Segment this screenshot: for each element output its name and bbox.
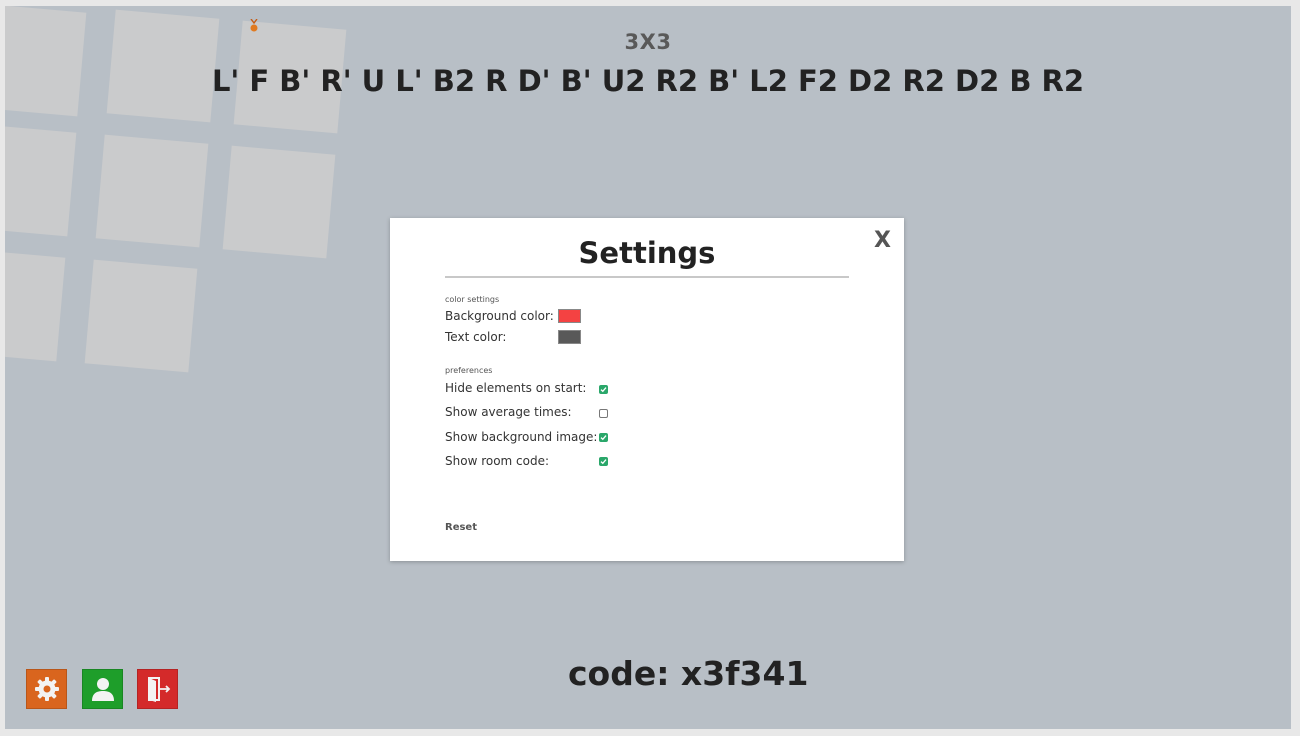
color-settings-heading: color settings (445, 295, 500, 304)
check-icon (600, 435, 607, 441)
hide-elements-checkbox[interactable] (599, 385, 608, 394)
reset-button[interactable]: Reset (445, 522, 477, 533)
show-average-times-checkbox[interactable] (599, 409, 608, 418)
title-divider (445, 276, 849, 278)
background-cube-tile (222, 145, 336, 259)
text-color-label: Text color: (445, 330, 507, 344)
text-color-picker[interactable] (558, 330, 581, 344)
close-button[interactable]: X (874, 228, 891, 254)
puzzle-type-label[interactable]: 3X3 (5, 30, 1291, 54)
show-room-code-checkbox[interactable] (599, 457, 608, 466)
background-cube-tile (5, 123, 77, 237)
background-cube-tile (84, 259, 198, 373)
room-code: code: x3f341 (568, 654, 809, 693)
exit-button[interactable] (137, 669, 178, 709)
modal-title: Settings (578, 236, 716, 270)
preference-label: Show background image: (445, 430, 598, 444)
background-color-picker[interactable] (558, 309, 581, 323)
preference-label: Hide elements on start: (445, 381, 587, 395)
check-icon (600, 387, 607, 393)
settings-modal: X Settings color settings Background col… (390, 218, 904, 561)
gear-icon (34, 677, 59, 701)
exit-door-icon (147, 677, 170, 702)
preferences-heading: preferences (445, 366, 493, 375)
background-cube-tile (5, 248, 66, 362)
check-icon (600, 459, 607, 465)
preference-label: Show room code: (445, 454, 550, 468)
show-background-image-checkbox[interactable] (599, 433, 608, 442)
background-cube-tile (5, 6, 87, 117)
background-color-label: Background color: (445, 309, 554, 323)
user-icon (91, 678, 114, 701)
settings-button[interactable] (26, 669, 67, 709)
profile-button[interactable] (82, 669, 123, 709)
background-cube-tile (95, 134, 209, 248)
preference-label: Show average times: (445, 405, 572, 419)
scramble-text: L' F B' R' U L' B2 R D' B' U2 R2 B' L2 F… (211, 64, 1085, 98)
